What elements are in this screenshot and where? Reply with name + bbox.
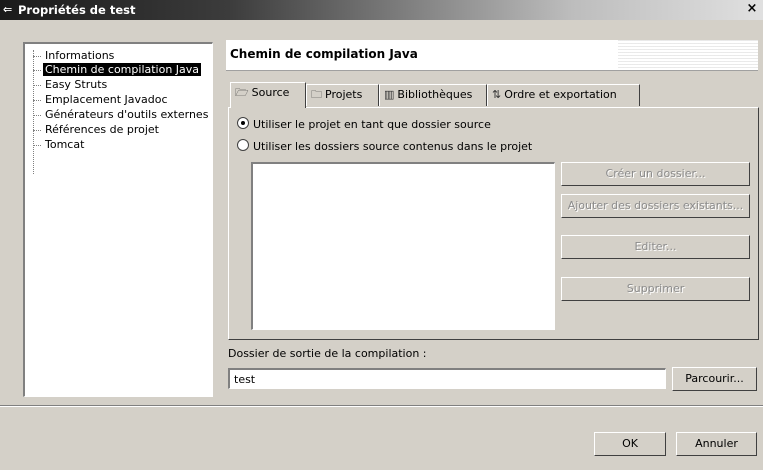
tree-item-easy-struts[interactable]: Easy Struts	[33, 78, 109, 92]
ok-button[interactable]: OK	[594, 432, 666, 456]
tree-item-tomcat[interactable]: Tomcat	[33, 138, 86, 152]
footer-separator	[0, 405, 763, 407]
window-icon: ⇐	[3, 3, 13, 16]
tree-item-label: Références de projet	[45, 123, 159, 136]
delete-button[interactable]: Supprimer	[561, 277, 750, 301]
tab-label: Ordre et exportation	[504, 88, 617, 101]
radio-label: Utiliser les dossiers source contenus da…	[253, 140, 533, 153]
radio-unchecked-icon	[237, 139, 249, 151]
properties-tree[interactable]: Informations Chemin de compilation Java …	[23, 42, 213, 397]
window-titlebar: ⇐ Propriétés de test ×	[0, 0, 763, 20]
page-title: Chemin de compilation Java	[230, 47, 418, 61]
radio-label: Utiliser le projet en tant que dossier s…	[253, 118, 491, 131]
tab-label: Projets	[325, 88, 363, 101]
tree-item-project-references[interactable]: Références de projet	[33, 123, 161, 137]
tree-item-label: Informations	[45, 49, 115, 62]
tree-item-informations[interactable]: Informations	[33, 49, 116, 63]
output-folder-field[interactable]: test	[228, 368, 666, 389]
tab-libraries[interactable]: ▥ Bibliothèques	[379, 84, 487, 106]
window-title: Propriétés de test	[18, 3, 136, 17]
edit-button[interactable]: Editer...	[561, 235, 750, 259]
tab-projects[interactable]: 🗀 Projets	[306, 84, 379, 106]
tree-item-label: Chemin de compilation Java	[43, 63, 202, 76]
tree-item-label: Emplacement Javadoc	[45, 93, 168, 106]
tab-label: Source	[251, 86, 290, 99]
browse-button[interactable]: Parcourir...	[672, 367, 757, 391]
radio-use-project-as-source[interactable]: Utiliser le projet en tant que dossier s…	[237, 117, 491, 131]
folder-icon: 🗀	[311, 88, 322, 101]
add-existing-folders-button[interactable]: Ajouter des dossiers existants...	[561, 194, 750, 218]
tab-label: Bibliothèques	[397, 88, 473, 101]
radio-checked-icon	[237, 117, 249, 129]
sort-arrows-icon: ⇅	[492, 88, 502, 101]
tree-item-label: Easy Struts	[45, 78, 108, 91]
tree-item-java-build-path[interactable]: Chemin de compilation Java	[33, 63, 202, 77]
header-decoration	[618, 40, 758, 70]
close-icon[interactable]: ×	[745, 1, 759, 16]
tree-item-javadoc-location[interactable]: Emplacement Javadoc	[33, 93, 170, 107]
source-tab-panel: Utiliser le projet en tant que dossier s…	[228, 107, 759, 340]
source-folders-list[interactable]	[251, 162, 555, 330]
tab-source[interactable]: 🗁 Source	[230, 82, 306, 108]
tree-item-label: Tomcat	[45, 138, 85, 151]
output-folder-label: Dossier de sortie de la compilation :	[228, 347, 427, 360]
create-folder-button[interactable]: Créer un dossier...	[561, 162, 750, 186]
tree-item-external-tool-builders[interactable]: Générateurs d'outils externes	[33, 108, 210, 122]
radio-use-source-folders[interactable]: Utiliser les dossiers source contenus da…	[237, 139, 532, 153]
page-header: Chemin de compilation Java	[226, 40, 758, 71]
cancel-button[interactable]: Annuler	[676, 432, 757, 456]
tree-item-label: Générateurs d'outils externes	[45, 108, 209, 121]
tab-order-export[interactable]: ⇅ Ordre et exportation	[487, 84, 640, 106]
folder-open-icon: 🗁	[235, 86, 249, 99]
library-icon: ▥	[384, 88, 395, 101]
